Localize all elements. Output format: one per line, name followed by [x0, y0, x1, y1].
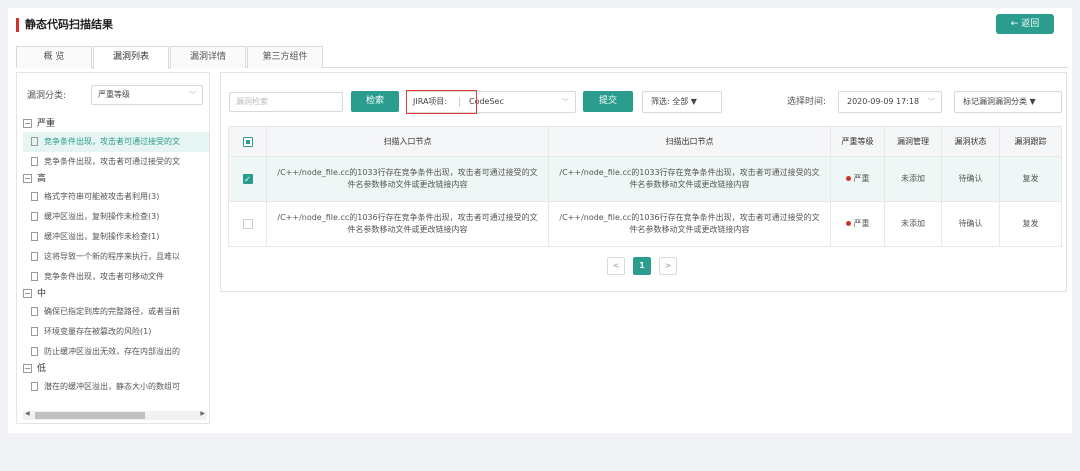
column-header: 漏洞跟踪: [999, 126, 1062, 157]
page-title: 静态代码扫描结果: [25, 18, 113, 31]
title-accent-bar: [16, 18, 19, 32]
time-label: 选择时间:: [787, 97, 827, 107]
prev-page-button[interactable]: <: [607, 257, 625, 275]
severity-cell: 严重: [830, 156, 885, 202]
tree-item[interactable]: 环境变量存在被篡改的风险(1): [23, 322, 209, 342]
column-header: 漏洞管理: [884, 126, 942, 157]
highlight-box: [406, 90, 477, 114]
collapse-icon[interactable]: −: [23, 174, 32, 183]
column-header: 严重等级: [830, 126, 885, 157]
document-icon: [31, 192, 38, 201]
column-header: 漏洞状态: [941, 126, 1000, 157]
category-select-value: 严重等级: [98, 90, 130, 99]
document-icon: [31, 272, 38, 281]
status-cell: 待确认: [941, 156, 1000, 202]
tree-item[interactable]: 缓冲区溢出，复制操作未检查(3): [23, 207, 209, 227]
tree-item[interactable]: 防止缓冲区溢出无效，存在内部溢出的: [23, 342, 209, 362]
tab-bar: 概 览 漏洞列表 漏洞详情 第三方组件: [16, 46, 1068, 69]
search-button[interactable]: 检索: [351, 91, 399, 112]
severity-dot-icon: [845, 221, 851, 226]
collapse-icon[interactable]: −: [23, 364, 32, 373]
status-cell: 待确认: [941, 201, 1000, 247]
vuln-tree: − 严重 竞争条件出现，攻击者可通过接受的文 竞争条件出现，攻击者可通过接受的文 …: [23, 117, 209, 407]
search-input[interactable]: 漏洞检索: [229, 92, 343, 112]
tree-item[interactable]: 这将导致一个新的程序来执行，且难以: [23, 247, 209, 267]
manage-cell: 未添加: [884, 156, 942, 202]
chevron-down-icon: ﹀: [189, 91, 196, 99]
time-select[interactable]: 2020-09-09 17:18 ﹀: [838, 91, 942, 113]
select-all-checkbox[interactable]: [242, 136, 253, 147]
scroll-right-icon[interactable]: ▶: [200, 410, 205, 417]
category-label: 漏洞分类:: [27, 91, 67, 101]
document-icon: [31, 157, 38, 166]
time-value: 2020-09-09 17:18: [847, 97, 920, 106]
collapse-icon[interactable]: −: [23, 119, 32, 128]
entry-node: /C++/node_file.cc的1036行存在竞争条件出现，攻击者可通过接受…: [266, 201, 549, 247]
tree-group-medium[interactable]: − 中: [23, 287, 209, 302]
tree-group-low[interactable]: − 低: [23, 362, 209, 377]
vuln-table: 扫描入口节点 扫描出口节点 严重等级 漏洞管理 漏洞状态 漏洞跟踪 ✓ /C++…: [228, 126, 1062, 247]
page-1-button[interactable]: 1: [633, 257, 651, 275]
tree-item[interactable]: 确保已指定到库的完整路径，或者当前: [23, 302, 209, 322]
column-header: 扫描入口节点: [266, 126, 549, 157]
mark-category-dropdown[interactable]: 标记漏洞漏洞分类 ▼: [954, 91, 1062, 113]
row-checkbox[interactable]: ✓: [242, 173, 253, 184]
severity-cell: 严重: [830, 201, 885, 247]
column-header: 扫描出口节点: [548, 126, 831, 157]
tree-item[interactable]: 缓冲区溢出，复制操作未检查(1): [23, 227, 209, 247]
filter-dropdown[interactable]: 筛选: 全部 ▼: [642, 91, 722, 113]
exit-node-link[interactable]: /C++/node_file.cc的1033行存在竞争条件出现，攻击者可通过接受…: [548, 156, 831, 202]
collapse-icon[interactable]: −: [23, 289, 32, 298]
tree-item[interactable]: 竞争条件出现，攻击者可移动文件: [23, 267, 209, 287]
severity-dot-icon: [845, 176, 851, 181]
next-page-button[interactable]: >: [659, 257, 677, 275]
tree-item[interactable]: 竞争条件出现，攻击者可通过接受的文: [23, 152, 209, 172]
document-icon: [31, 307, 38, 316]
scrollbar-thumb[interactable]: [35, 412, 145, 419]
tab-third-party[interactable]: 第三方组件: [247, 46, 323, 68]
document-icon: [31, 347, 38, 356]
track-cell: 复发: [999, 201, 1062, 247]
tab-vuln-list[interactable]: 漏洞列表: [93, 46, 169, 69]
select-all-cell[interactable]: [228, 126, 267, 157]
tab-vuln-detail[interactable]: 漏洞详情: [170, 46, 246, 68]
exit-node-link[interactable]: /C++/node_file.cc的1036行存在竞争条件出现，攻击者可通过接受…: [548, 201, 831, 247]
tree-item[interactable]: 竞争条件出现，攻击者可通过接受的文: [23, 132, 209, 152]
tree-group-high[interactable]: − 高: [23, 172, 209, 187]
row-checkbox[interactable]: [242, 218, 253, 229]
track-cell: 复发: [999, 156, 1062, 202]
document-icon: [31, 252, 38, 261]
document-icon: [31, 232, 38, 241]
tab-overview[interactable]: 概 览: [16, 46, 92, 68]
submit-button[interactable]: 提交: [583, 91, 633, 112]
document-icon: [31, 327, 38, 336]
category-select[interactable]: 严重等级 ﹀: [91, 85, 203, 105]
back-button[interactable]: ← 返回: [996, 14, 1054, 34]
document-icon: [31, 212, 38, 221]
scroll-left-icon[interactable]: ◀: [25, 410, 30, 417]
tree-group-critical[interactable]: − 严重: [23, 117, 209, 132]
document-icon: [31, 137, 38, 146]
entry-node: /C++/node_file.cc的1033行存在竞争条件出现，攻击者可通过接受…: [266, 156, 549, 202]
page-header: 静态代码扫描结果 ← 返回: [8, 8, 1072, 40]
manage-cell: 未添加: [884, 201, 942, 247]
table-row[interactable]: /C++/node_file.cc的1036行存在竞争条件出现，攻击者可通过接受…: [228, 201, 1062, 247]
tree-item[interactable]: 格式字符串可能被攻击者利用(3): [23, 187, 209, 207]
document-icon: [31, 382, 38, 391]
results-panel: 漏洞检索 检索 JIRA项目: CodeSec ﹀ 提交 筛选: 全部 ▼ 选择…: [220, 72, 1067, 292]
chevron-down-icon: ﹀: [562, 98, 569, 106]
tree-item[interactable]: 潜在的缓冲区溢出，静态大小的数组可: [23, 377, 209, 397]
table-header-row: 扫描入口节点 扫描出口节点 严重等级 漏洞管理 漏洞状态 漏洞跟踪: [228, 126, 1062, 157]
chevron-down-icon: ﹀: [928, 98, 935, 106]
horizontal-scrollbar[interactable]: ◀ ▶: [23, 410, 207, 420]
category-panel: 漏洞分类: 严重等级 ﹀ − 严重 竞争条件出现，攻击者可通过接受的文 竞争条件出…: [16, 72, 210, 424]
table-row[interactable]: ✓ /C++/node_file.cc的1033行存在竞争条件出现，攻击者可通过…: [228, 156, 1062, 202]
